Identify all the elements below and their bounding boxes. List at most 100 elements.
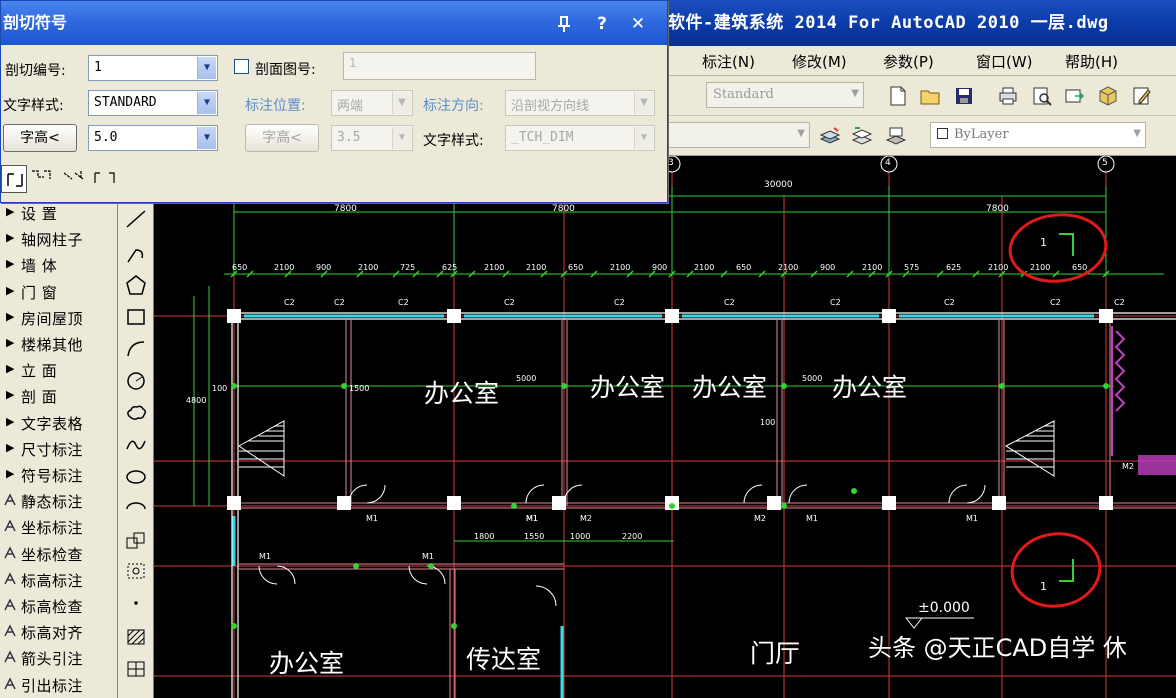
draw-toolbar xyxy=(118,198,154,698)
text-style-value: STANDARD xyxy=(94,95,157,110)
chevron-down-icon: ▼ xyxy=(634,92,653,114)
3d-dwf-button[interactable] xyxy=(1094,82,1122,110)
spline-tool-button[interactable] xyxy=(122,432,150,458)
text-style-combo[interactable]: STANDARD ▼ xyxy=(88,90,218,116)
left-menu-item-label: 坐标标注 xyxy=(21,519,84,538)
room-label: 办公室 xyxy=(269,649,345,678)
chevron-down-icon: ▼ xyxy=(197,127,216,149)
save-button[interactable] xyxy=(950,82,978,110)
stepped-section-button[interactable] xyxy=(29,165,57,193)
submenu-arrow-icon: ▶ xyxy=(6,336,15,349)
left-menu-item[interactable]: ▶ 楼梯其他 xyxy=(0,331,118,357)
section-number-combo[interactable]: 1 ▼ xyxy=(88,55,218,81)
text-style-combo-2[interactable]: _TCH_DIM ▼ xyxy=(505,125,655,151)
char-height-combo-2[interactable]: 3.5 ▼ xyxy=(331,125,413,151)
left-menu-item[interactable]: 标高对齐 xyxy=(0,619,118,645)
layer-previous-button[interactable] xyxy=(882,122,910,150)
left-menu-item[interactable]: ▶ 轴网柱子 xyxy=(0,226,118,252)
menu-annotation[interactable]: 标注(N) xyxy=(702,51,755,72)
left-menu-item[interactable]: ▶ 尺寸标注 xyxy=(0,436,118,462)
ellipse-tool-button[interactable] xyxy=(122,464,150,490)
rectangle-tool-button[interactable] xyxy=(122,304,150,330)
dimension-text: 2200 xyxy=(622,532,643,541)
left-menu-item[interactable]: ▶ 门 窗 xyxy=(0,279,118,305)
print-button[interactable] xyxy=(994,82,1022,110)
publish-button[interactable] xyxy=(1060,82,1088,110)
left-menu-item[interactable]: ▶ 立 面 xyxy=(0,357,118,383)
close-button[interactable]: ✕ xyxy=(627,13,649,35)
label-position-combo[interactable]: 两端 ▼ xyxy=(331,90,413,116)
char-height-pick-button-2[interactable]: 字高< xyxy=(245,124,319,152)
dimension-text: 1500 xyxy=(349,384,370,393)
ellipse-arc-tool-button[interactable] xyxy=(122,496,150,522)
plot-preview-button[interactable] xyxy=(1028,82,1056,110)
left-menu-item[interactable]: ▶ 文字表格 xyxy=(0,410,118,436)
arc-tool-button[interactable] xyxy=(122,336,150,362)
circle-tool-button[interactable] xyxy=(122,368,150,394)
help-button[interactable]: ? xyxy=(591,13,613,35)
left-menu-item[interactable]: ▶ 剖 面 xyxy=(0,383,118,409)
left-menu-item[interactable]: 箭头引注 xyxy=(0,645,118,671)
drawing-canvas[interactable]: 30000 7800 7800 7800 650 2100 900 2100 725 62… xyxy=(154,156,1176,698)
edit-button[interactable] xyxy=(1128,82,1156,110)
polygon-tool-button[interactable] xyxy=(122,272,150,298)
section-symbol-top xyxy=(1059,233,1074,256)
workspace-combo[interactable]: ▼ xyxy=(668,122,810,148)
cut-section-button[interactable] xyxy=(91,165,119,193)
menu-parameters[interactable]: 参数(P) xyxy=(883,51,934,72)
door-tag: M1 xyxy=(366,514,378,523)
polyline-tool-button[interactable] xyxy=(122,242,150,268)
rotated-section-button[interactable] xyxy=(61,165,89,193)
left-menu-item-label: 立 面 xyxy=(21,362,58,381)
left-menu-item[interactable]: ▶ 墙 体 xyxy=(0,252,118,278)
submenu-arrow-icon: ▶ xyxy=(6,467,15,480)
normal-section-button[interactable] xyxy=(1,165,27,193)
left-menu-item[interactable]: 静态标注 xyxy=(0,488,118,514)
preview-icon xyxy=(1033,87,1052,106)
point-tool-button[interactable] xyxy=(122,590,150,616)
door-tag: M2 xyxy=(580,514,592,523)
gradient-tool-button[interactable] xyxy=(122,656,150,682)
hatch-tool-button[interactable] xyxy=(122,624,150,650)
left-menu-item[interactable]: 标高标注 xyxy=(0,567,118,593)
door-tag: M1 xyxy=(966,514,978,523)
left-menu-item[interactable]: 坐标检查 xyxy=(0,541,118,567)
char-height-pick-button[interactable]: 字高< xyxy=(3,124,77,152)
char-height-combo[interactable]: 5.0 ▼ xyxy=(88,125,218,151)
color-combo[interactable]: ByLayer ▼ xyxy=(930,122,1146,148)
pin-button[interactable] xyxy=(553,13,575,35)
stepped-section-icon xyxy=(32,170,51,179)
section-view-checkbox[interactable] xyxy=(234,59,249,74)
line-tool-button[interactable] xyxy=(122,206,150,232)
menu-help[interactable]: 帮助(H) xyxy=(1065,51,1118,72)
revcloud-tool-button[interactable] xyxy=(122,400,150,426)
layer-state-button[interactable] xyxy=(848,122,876,150)
sub-dimension-text: 900 xyxy=(316,263,332,272)
left-menu-item[interactable]: 引出标注 xyxy=(0,672,118,698)
insert-block-button[interactable] xyxy=(122,528,150,554)
open-file-button[interactable] xyxy=(916,82,944,110)
menu-modify[interactable]: 修改(M) xyxy=(792,51,847,72)
layer-manager-button[interactable] xyxy=(816,122,844,150)
dialog-title-bar[interactable]: 剖切符号 ? ✕ xyxy=(1,1,667,45)
column xyxy=(992,496,1006,510)
left-menu-item[interactable]: ▶ 房间屋顶 xyxy=(0,305,118,331)
sub-dimension-text: 650 xyxy=(568,263,584,272)
left-menu-item[interactable]: 标高检查 xyxy=(0,593,118,619)
make-block-button[interactable] xyxy=(122,558,150,584)
menu-window[interactable]: 窗口(W) xyxy=(976,51,1033,72)
command-icon xyxy=(3,597,18,613)
label-direction-combo[interactable]: 沿剖视方向线 ▼ xyxy=(505,90,655,116)
rectangle-icon xyxy=(127,309,145,325)
bay-dimension-text: 7800 xyxy=(552,204,575,214)
window-tag: C2 xyxy=(398,298,409,307)
section-view-input[interactable]: 1 xyxy=(343,52,536,80)
room-label: 办公室 xyxy=(692,373,768,402)
dim-dot xyxy=(781,503,787,509)
left-menu-item[interactable]: ▶ 设 置 xyxy=(0,200,118,226)
left-menu-item[interactable]: ▶ 符号标注 xyxy=(0,462,118,488)
left-menu-item[interactable]: 坐标标注 xyxy=(0,514,118,540)
text-style-combo[interactable]: Standard ▼ xyxy=(706,82,864,108)
chevron-down-icon: ▼ xyxy=(634,127,653,149)
new-file-button[interactable] xyxy=(884,82,912,110)
